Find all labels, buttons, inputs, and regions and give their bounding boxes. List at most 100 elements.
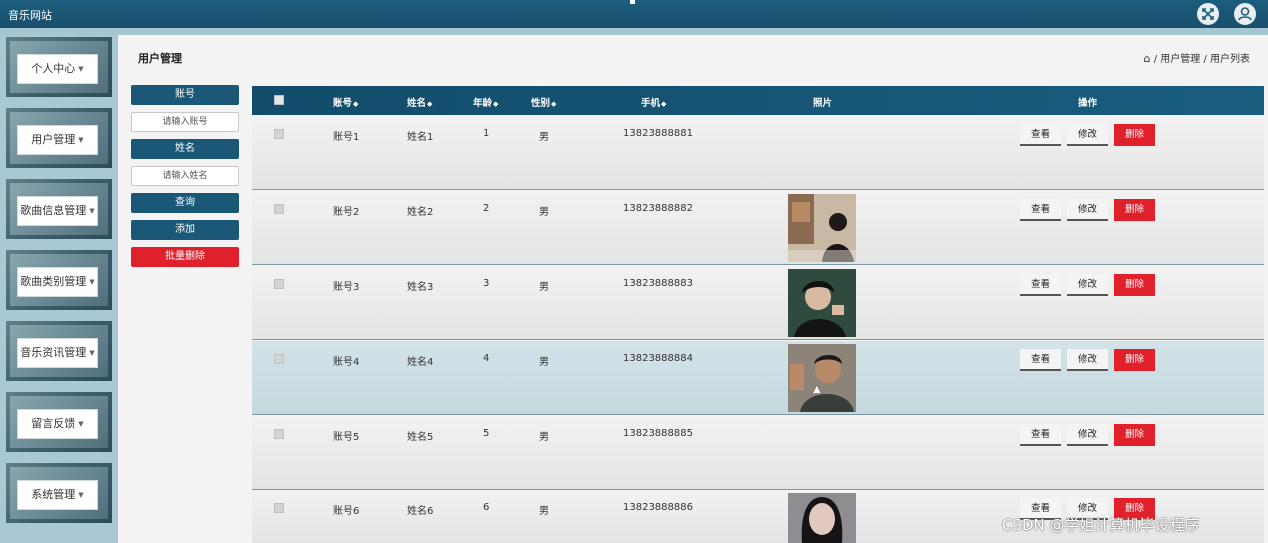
cell-gender: 男: [539, 432, 549, 443]
cell-name: 姓名1: [407, 132, 434, 143]
sidebar-item-song-category[interactable]: 歌曲类别管理 ▼: [0, 248, 118, 312]
name-label: 姓名: [131, 139, 239, 159]
query-button[interactable]: 查询: [131, 193, 239, 213]
sidebar-item-label: 系统管理: [31, 488, 76, 501]
sidebar-item-personal-center[interactable]: 个人中心 ▼: [0, 35, 118, 99]
delete-button[interactable]: 删除: [1114, 349, 1155, 371]
cell-age: 3: [483, 278, 490, 289]
cell-name: 姓名5: [407, 432, 434, 443]
sidebar-item-song-info[interactable]: 歌曲信息管理 ▼: [0, 177, 118, 241]
top-bar: 音乐网站: [0, 0, 1268, 28]
sidebar-item-system[interactable]: 系统管理 ▼: [0, 461, 118, 525]
cell-name: 姓名3: [407, 282, 434, 293]
cell-gender: 男: [539, 207, 549, 218]
sidebar-item-label: 留言反馈: [31, 417, 76, 430]
row-checkbox[interactable]: [274, 129, 284, 142]
sidebar-item-label: 音乐资讯管理: [20, 346, 87, 359]
view-button[interactable]: 查看: [1020, 124, 1061, 146]
sidebar-item-feedback[interactable]: 留言反馈 ▼: [0, 390, 118, 454]
cell-name: 姓名6: [407, 506, 434, 517]
caret-down-icon: ▼: [89, 207, 95, 215]
edit-button[interactable]: 修改: [1067, 124, 1108, 146]
table-row[interactable]: 账号3 姓名3 3 男 13823888883 查看 修改 删除: [252, 266, 1264, 340]
home-icon[interactable]: ⌂: [1144, 52, 1151, 65]
header-phone[interactable]: 手机◆: [641, 95, 666, 109]
select-all-checkbox[interactable]: [274, 95, 284, 108]
edit-button[interactable]: 修改: [1067, 199, 1108, 221]
cell-gender: 男: [539, 506, 549, 517]
edit-button[interactable]: 修改: [1067, 424, 1108, 446]
top-marker: [630, 0, 635, 4]
cell-account: 账号4: [333, 357, 360, 368]
delete-button[interactable]: 删除: [1114, 199, 1155, 221]
table-row[interactable]: 账号4 姓名4 4 男 13823888884 查看 修改 删除: [252, 341, 1264, 415]
batch-delete-button[interactable]: 批量删除: [131, 247, 239, 267]
user-photo: [788, 269, 856, 337]
cell-phone: 13823888882: [623, 203, 693, 214]
cell-gender: 男: [539, 282, 549, 293]
sidebar: 个人中心 ▼ 用户管理 ▼ 歌曲信息管理 ▼ 歌曲类别管理 ▼ 音乐资讯管理 ▼ 留言反馈…: [0, 35, 118, 543]
sidebar-item-label: 个人中心: [31, 62, 76, 75]
row-checkbox[interactable]: [274, 503, 284, 516]
user-avatar-icon[interactable]: [1234, 3, 1256, 25]
row-checkbox[interactable]: [274, 354, 284, 367]
view-button[interactable]: 查看: [1020, 199, 1061, 221]
row-checkbox[interactable]: [274, 204, 284, 217]
view-button[interactable]: 查看: [1020, 274, 1061, 296]
table-header: 账号◆ 姓名◆ 年龄◆ 性别◆ 手机◆ 照片 操作: [252, 86, 1264, 115]
edit-button[interactable]: 修改: [1067, 349, 1108, 371]
sidebar-item-music-news[interactable]: 音乐资讯管理 ▼: [0, 319, 118, 383]
account-label: 账号: [131, 85, 239, 105]
sort-icon: ◆: [661, 100, 667, 108]
sidebar-item-user-management[interactable]: 用户管理 ▼: [0, 106, 118, 170]
account-search-input[interactable]: [131, 112, 239, 132]
cell-account: 账号6: [333, 506, 360, 517]
cell-age: 2: [483, 203, 490, 214]
sort-icon: ◆: [551, 100, 557, 108]
page-title: 用户管理: [138, 52, 182, 65]
breadcrumb-level1[interactable]: 用户管理: [1160, 54, 1200, 65]
sort-icon: ◆: [493, 100, 499, 108]
user-photo: [788, 493, 856, 543]
header-account[interactable]: 账号◆: [333, 95, 358, 109]
user-photo: [788, 344, 856, 412]
row-checkbox[interactable]: [274, 279, 284, 292]
table-row[interactable]: 账号1 姓名1 1 男 13823888881 查看 修改 删除: [252, 116, 1264, 190]
delete-button[interactable]: 删除: [1114, 424, 1155, 446]
sidebar-item-label: 歌曲类别管理: [20, 275, 87, 288]
cell-phone: 13823888886: [623, 502, 693, 513]
user-photo: [788, 194, 856, 262]
app-title: 音乐网站: [8, 9, 52, 22]
table-row[interactable]: 账号5 姓名5 5 男 13823888885 查看 修改 删除: [252, 416, 1264, 490]
add-button[interactable]: 添加: [131, 220, 239, 240]
table-row[interactable]: 账号2 姓名2 2 男 13823888882 查看 修改 删除: [252, 191, 1264, 265]
cell-account: 账号1: [333, 132, 360, 143]
breadcrumb-level2: 用户列表: [1210, 54, 1250, 65]
view-button[interactable]: 查看: [1020, 349, 1061, 371]
mouse-cursor-icon: ▲: [813, 384, 821, 395]
header-gender[interactable]: 性别◆: [531, 95, 556, 109]
header-age[interactable]: 年龄◆: [473, 95, 498, 109]
top-strip: [0, 28, 1268, 35]
cell-age: 4: [483, 353, 490, 364]
name-search-input[interactable]: [131, 166, 239, 186]
fullscreen-icon[interactable]: [1197, 3, 1219, 25]
caret-down-icon: ▼: [78, 65, 84, 73]
cell-phone: 13823888885: [623, 428, 693, 439]
header-name[interactable]: 姓名◆: [407, 95, 432, 109]
edit-button[interactable]: 修改: [1067, 274, 1108, 296]
sort-icon: ◆: [427, 100, 433, 108]
cell-account: 账号2: [333, 207, 360, 218]
caret-down-icon: ▼: [78, 420, 84, 428]
view-button[interactable]: 查看: [1020, 424, 1061, 446]
delete-button[interactable]: 删除: [1114, 274, 1155, 296]
caret-down-icon: ▼: [89, 349, 95, 357]
cell-phone: 13823888884: [623, 353, 693, 364]
cell-age: 6: [483, 502, 490, 513]
cell-name: 姓名4: [407, 357, 434, 368]
row-checkbox[interactable]: [274, 429, 284, 442]
delete-button[interactable]: 删除: [1114, 124, 1155, 146]
cell-phone: 13823888881: [623, 128, 693, 139]
breadcrumb-separator: /: [1203, 54, 1207, 65]
breadcrumb-separator: /: [1153, 54, 1158, 65]
